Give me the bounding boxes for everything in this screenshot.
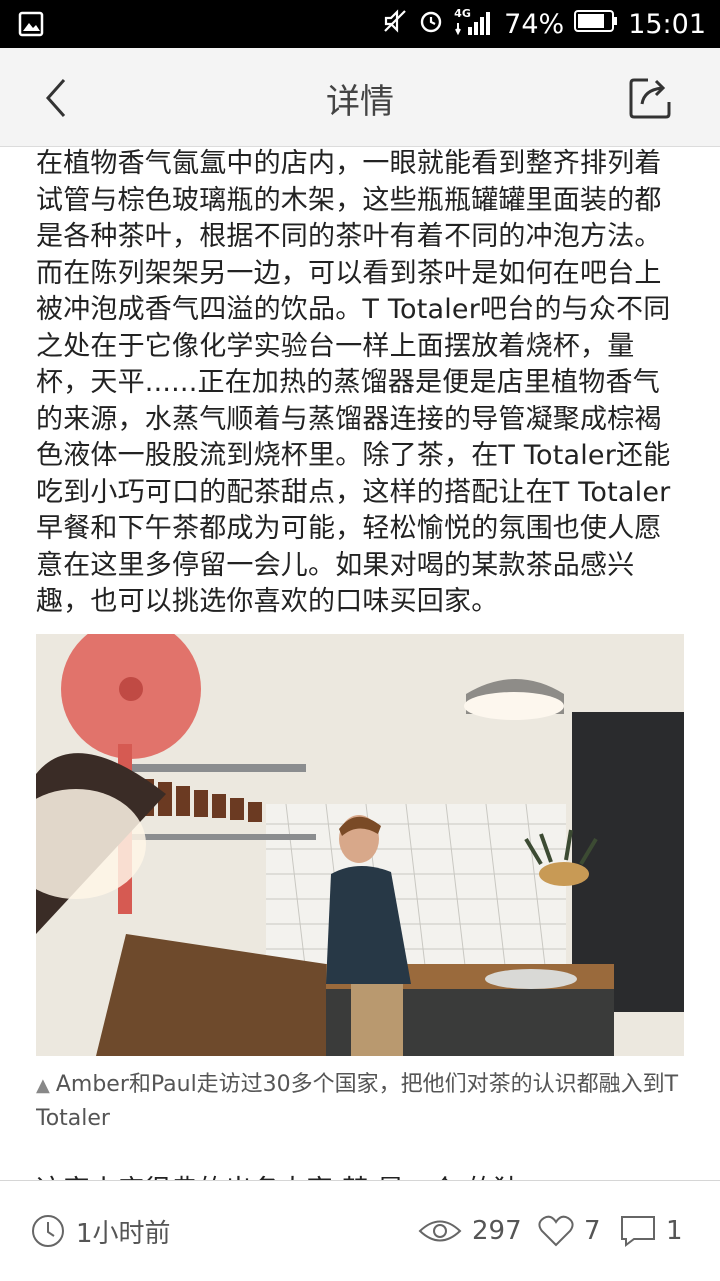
status-bar: 4G 74% 15:01	[0, 0, 720, 48]
photo-caption: ▲ Amber和Paul走访过30多个国家，把他们对茶的认识都融入到T Total…	[36, 1068, 686, 1135]
share-button[interactable]	[628, 74, 674, 120]
time-ago: 1小时前	[76, 1218, 171, 1249]
caption-marker: ▲	[36, 1075, 50, 1096]
article-paragraph: 在植物香气氤氲中的店内，一眼就能看到整齐排列着试管与棕色玻璃瓶的木架，这些瓶瓶罐…	[36, 148, 671, 617]
article-photo[interactable]	[36, 634, 684, 1056]
status-icons: 4G 74% 15:01	[382, 0, 706, 48]
views-value: 297	[472, 1216, 522, 1246]
next-paragraph: 这家小店很典的出名大家 楚 是一个 的独	[36, 1168, 686, 1180]
share-icon	[629, 78, 671, 119]
top-nav-bar: 详情	[0, 48, 720, 147]
mute-icon	[382, 8, 408, 41]
like-button[interactable]: 7	[538, 1211, 601, 1251]
battery-icon	[574, 9, 618, 40]
views-count: 297	[418, 1211, 522, 1251]
comment-icon	[621, 1216, 655, 1247]
eye-icon	[418, 1220, 462, 1242]
image-icon	[18, 11, 44, 37]
post-time: 1小时前	[30, 1211, 171, 1251]
tea-bar-photo	[36, 634, 684, 1056]
article-body: 在植物香气氤氲中的店内，一眼就能看到整齐排列着试管与棕色玻璃瓶的木架，这些瓶瓶罐…	[36, 146, 686, 1180]
likes-value: 7	[584, 1216, 601, 1246]
comment-button[interactable]: 1	[620, 1211, 683, 1251]
caption-text: Amber和Paul走访过30多个国家，把他们对茶的认识都融入到T Totale…	[36, 1072, 679, 1131]
heart-icon	[538, 1215, 574, 1247]
page-title: 详情	[326, 82, 394, 122]
alarm-icon	[418, 8, 444, 41]
bottom-bar: 1小时前 297 7 1	[0, 1180, 720, 1281]
signal-icon: 4G	[454, 7, 494, 39]
comments-value: 1	[666, 1216, 683, 1246]
clock-icon	[32, 1215, 64, 1247]
battery-percent: 74%	[504, 8, 565, 40]
clock: 15:01	[628, 8, 706, 40]
